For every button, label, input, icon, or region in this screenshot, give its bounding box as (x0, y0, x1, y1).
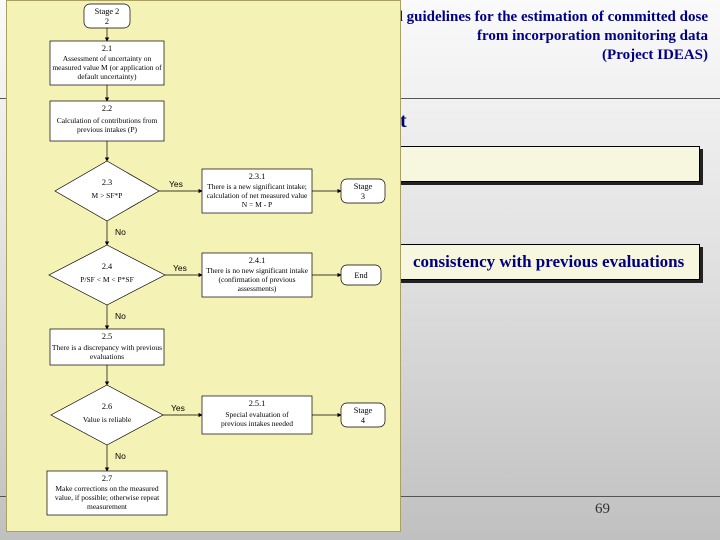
svg-text:assessments): assessments) (238, 284, 277, 293)
svg-text:Value is reliable: Value is reliable (83, 415, 132, 424)
n21-title: 2.1 (102, 44, 112, 53)
svg-text:2.6: 2.6 (102, 402, 112, 411)
svg-text:2.7: 2.7 (102, 474, 112, 483)
svg-text:End: End (354, 271, 368, 280)
header: General guidelines for the estimation of… (351, 8, 708, 64)
header-line3: (Project IDEAS) (351, 46, 708, 65)
header-line2: from incorporation monitoring data (351, 27, 708, 46)
header-line1: General guidelines for the estimation of… (351, 8, 708, 27)
svg-text:2.3: 2.3 (102, 178, 112, 187)
yes-24: Yes (173, 263, 187, 273)
svg-text:2.5.1: 2.5.1 (249, 399, 266, 408)
yes-26: Yes (171, 403, 185, 413)
flowchart-panel: Stage 2 2 2.1 Assessment of uncertainty … (6, 0, 401, 532)
svg-text:P/SF < M < P*SF: P/SF < M < P*SF (80, 275, 134, 284)
flowchart-svg: Stage 2 2 2.1 Assessment of uncertainty … (7, 1, 401, 532)
svg-text:2.4: 2.4 (102, 262, 113, 271)
stage2-line2: 2 (105, 17, 109, 26)
svg-text:Stage: Stage (354, 182, 373, 191)
svg-text:2.5: 2.5 (102, 332, 112, 341)
svg-text:There is a discrepancy with pr: There is a discrepancy with previous (52, 343, 162, 352)
svg-text:calculation of net measured va: calculation of net measured value (207, 191, 308, 200)
band-2-text: consistency with previous evaluations (413, 252, 684, 272)
svg-text:2.4.1: 2.4.1 (249, 256, 266, 265)
svg-text:M > SF*P: M > SF*P (92, 191, 123, 200)
yes-23: Yes (169, 179, 183, 189)
svg-text:default uncertainty): default uncertainty) (78, 72, 137, 81)
svg-text:2.3.1: 2.3.1 (249, 172, 266, 181)
svg-text:Assessment of uncertainty on: Assessment of uncertainty on (63, 54, 152, 63)
page-number: 69 (595, 501, 610, 518)
svg-text:N = M - P: N = M - P (242, 200, 272, 209)
svg-text:3: 3 (361, 192, 365, 201)
svg-text:There is a new significant int: There is a new significant intake; (207, 182, 307, 191)
svg-text:There is no new significant in: There is no new significant intake (206, 266, 309, 275)
svg-text:previous intakes needed: previous intakes needed (221, 419, 293, 428)
svg-text:Special evaluation of: Special evaluation of (225, 410, 289, 419)
no-26: No (115, 451, 126, 461)
n22-title: 2.2 (102, 104, 112, 113)
svg-text:(confirmation of previous: (confirmation of previous (218, 275, 295, 284)
svg-text:Make corrections on the measur: Make corrections on the measured (55, 484, 159, 493)
svg-text:measurement: measurement (87, 502, 128, 511)
svg-text:value, if possible; otherwise: value, if possible; otherwise repeat (55, 493, 160, 502)
svg-text:measured value M (or applicati: measured value M (or application of (52, 63, 162, 72)
stage2-line1: Stage 2 (95, 7, 120, 16)
no-23: No (115, 227, 126, 237)
svg-text:Stage: Stage (354, 406, 373, 415)
no-24: No (115, 311, 126, 321)
svg-text:previous intakes (P): previous intakes (P) (77, 125, 137, 134)
svg-text:Calculation of contributions f: Calculation of contributions from (57, 116, 158, 125)
svg-text:evaluations: evaluations (90, 352, 124, 361)
